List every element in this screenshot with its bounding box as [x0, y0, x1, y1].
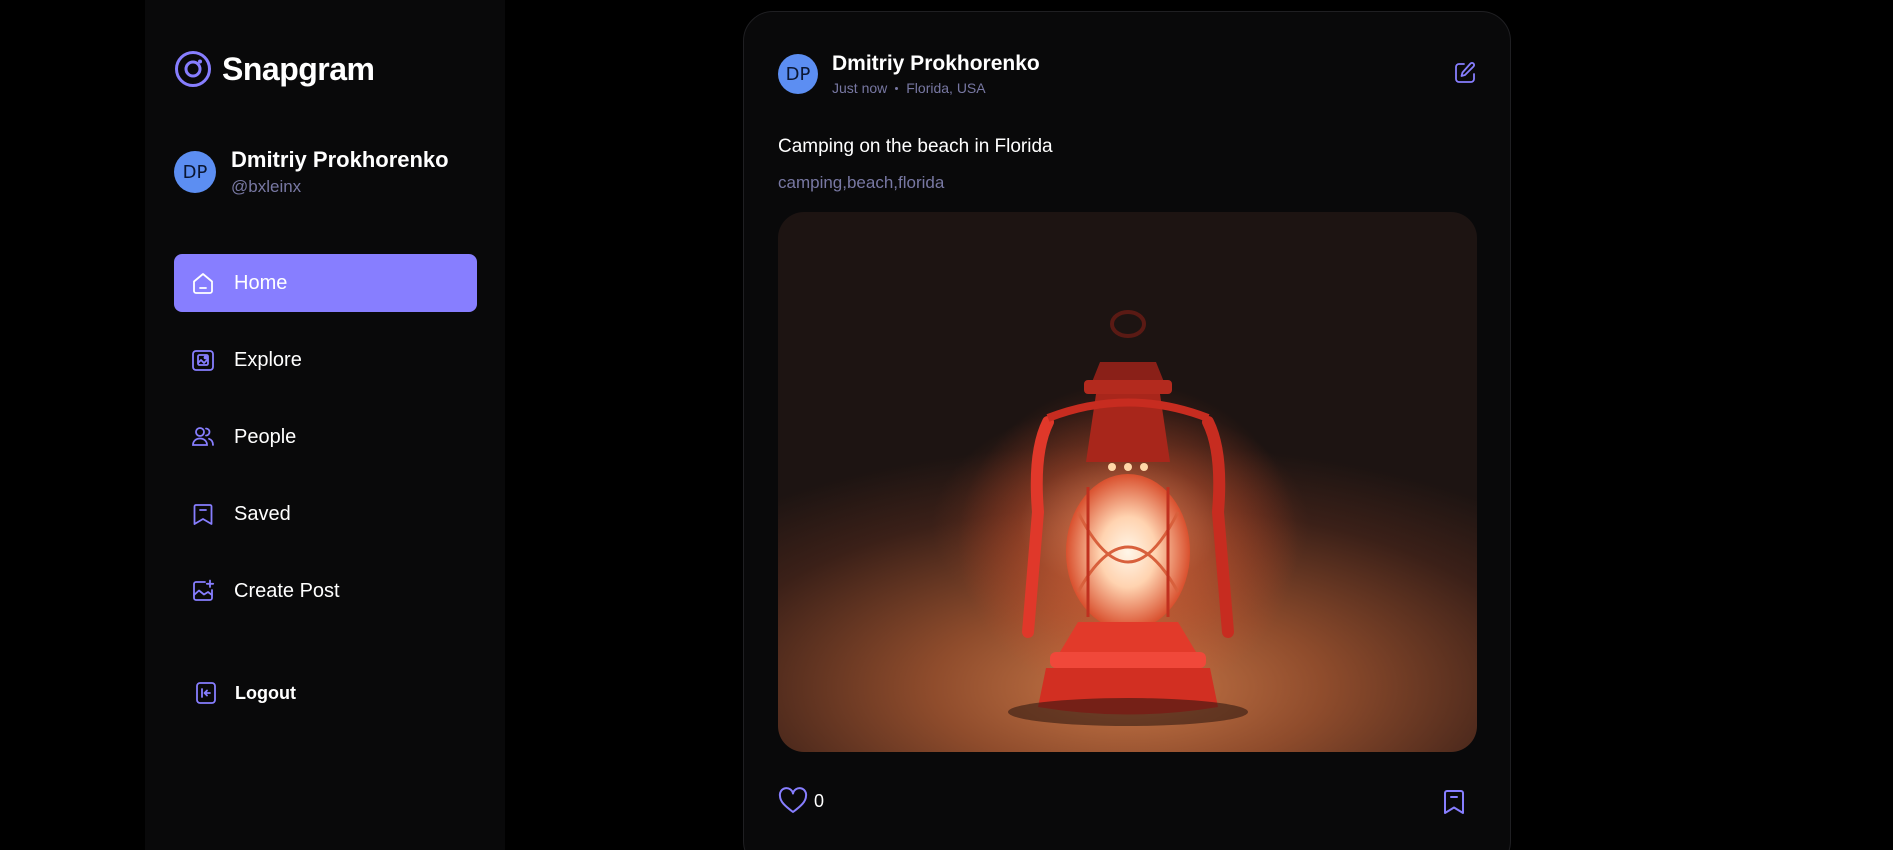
- sidebar-item-label: Home: [234, 271, 288, 294]
- logout-button[interactable]: Logout: [193, 680, 296, 706]
- sidebar-item-explore[interactable]: Explore: [174, 331, 477, 389]
- edit-icon: [1455, 62, 1475, 83]
- heart-icon: [778, 787, 808, 813]
- profile-handle: @bxleinx: [231, 177, 302, 196]
- like-button[interactable]: 0: [778, 787, 824, 815]
- app-name: Snapgram: [222, 50, 375, 87]
- left-sidebar: Snapgram DP Dmitriy Prokhorenko @bxleinx…: [145, 0, 505, 850]
- meta-separator: [895, 86, 899, 90]
- sidebar-item-create-post[interactable]: Create Post: [174, 562, 477, 620]
- post-header: DP Dmitriy Prokhorenko Just now Florida,…: [778, 52, 1040, 96]
- post-image[interactable]: [778, 212, 1477, 752]
- sidebar-item-label: Saved: [234, 502, 291, 525]
- home-icon: [190, 270, 216, 296]
- logout-label: Logout: [235, 682, 296, 703]
- lantern-photo: [958, 310, 1298, 726]
- explore-icon: [190, 347, 216, 373]
- logout-icon: [196, 682, 216, 704]
- profile-name: Dmitriy Prokhorenko: [231, 147, 449, 172]
- create-post-icon: [190, 578, 216, 604]
- user-profile[interactable]: DP Dmitriy Prokhorenko @bxleinx: [174, 147, 449, 197]
- post-actions: 0: [778, 787, 1477, 827]
- bookmark-icon: [190, 501, 216, 527]
- sidebar-item-label: Create Post: [234, 579, 340, 602]
- people-icon: [190, 424, 216, 450]
- sidebar-item-label: People: [234, 425, 297, 448]
- sidebar-nav: Home Explore People Saved Create Post: [174, 254, 477, 639]
- sidebar-item-people[interactable]: People: [174, 408, 477, 466]
- post-card: DP Dmitriy Prokhorenko Just now Florida,…: [743, 11, 1511, 850]
- post-location: Florida, USA: [906, 80, 986, 96]
- bookmark-icon: [1444, 790, 1464, 814]
- post-author-avatar[interactable]: DP: [778, 54, 818, 94]
- post-author-name[interactable]: Dmitriy Prokhorenko: [832, 52, 1040, 76]
- post-meta: Just now Florida, USA: [832, 80, 1040, 96]
- camera-logo-icon: [175, 51, 211, 87]
- post-time: Just now: [832, 80, 888, 96]
- sidebar-item-label: Explore: [234, 348, 302, 371]
- avatar: DP: [174, 151, 216, 193]
- edit-post-button[interactable]: [1452, 60, 1478, 86]
- sidebar-item-saved[interactable]: Saved: [174, 485, 477, 543]
- save-post-button[interactable]: [1441, 788, 1467, 821]
- sidebar-item-home[interactable]: Home: [174, 254, 477, 312]
- like-count: 0: [814, 790, 825, 811]
- app-logo[interactable]: Snapgram: [174, 50, 375, 88]
- post-tags[interactable]: camping,beach,florida: [778, 173, 944, 193]
- post-caption: Camping on the beach in Florida: [778, 136, 1053, 157]
